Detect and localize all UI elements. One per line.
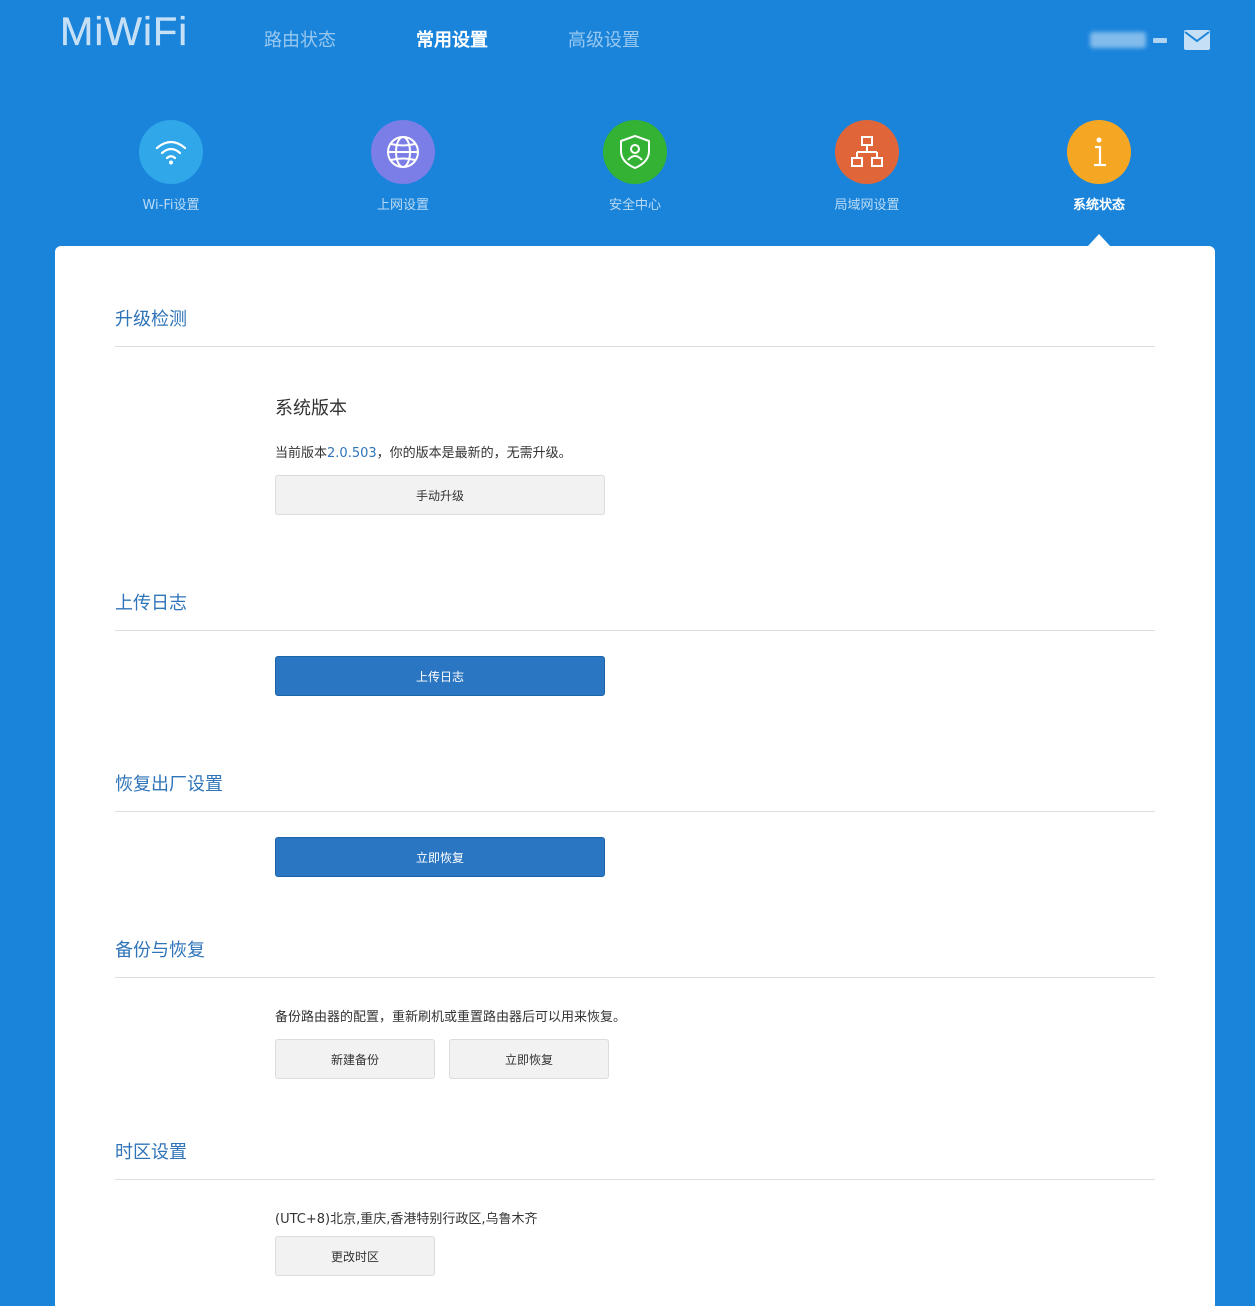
category-label: Wi-Fi设置 bbox=[142, 198, 200, 213]
section-title-upload-log: 上传日志 bbox=[115, 593, 187, 614]
version-status-suffix: ，你的版本是最新的，无需升级。 bbox=[376, 446, 572, 461]
category-label: 局域网设置 bbox=[834, 198, 900, 213]
divider bbox=[115, 977, 1155, 978]
category-security-center[interactable]: 安全中心 bbox=[555, 120, 715, 213]
version-status-prefix: 当前版本 bbox=[275, 446, 328, 461]
username-redacted[interactable] bbox=[1090, 32, 1146, 48]
category-circle bbox=[835, 120, 899, 184]
category-lan-settings[interactable]: 局域网设置 bbox=[787, 120, 947, 213]
timezone-value: (UTC+8)北京,重庆,香港特别行政区,乌鲁木齐 bbox=[275, 1212, 538, 1227]
nav-router-status[interactable]: 路由状态 bbox=[264, 26, 336, 52]
category-circle bbox=[1067, 120, 1131, 184]
nav-advanced-settings[interactable]: 高级设置 bbox=[568, 26, 640, 52]
wifi-icon bbox=[155, 140, 187, 165]
backup-description: 备份路由器的配置，重新刷机或重置路由器后可以用来恢复。 bbox=[275, 1010, 627, 1025]
user-menu-toggle[interactable] bbox=[1153, 38, 1167, 43]
category-wifi-settings[interactable]: Wi-Fi设置 bbox=[91, 120, 251, 213]
section-title-factory-reset: 恢复出厂设置 bbox=[115, 774, 223, 795]
network-icon bbox=[851, 136, 883, 167]
top-header: MiWiFi 路由状态 常用设置 高级设置 bbox=[0, 0, 1255, 80]
category-circle bbox=[371, 120, 435, 184]
divider bbox=[115, 630, 1155, 631]
shield-icon bbox=[620, 135, 650, 169]
category-internet-settings[interactable]: 上网设置 bbox=[323, 120, 483, 213]
new-backup-button[interactable]: 新建备份 bbox=[275, 1039, 435, 1079]
system-version-title: 系统版本 bbox=[275, 398, 347, 419]
restore-backup-button[interactable]: 立即恢复 bbox=[449, 1039, 609, 1079]
nav-common-settings[interactable]: 常用设置 bbox=[416, 26, 488, 52]
factory-reset-button[interactable]: 立即恢复 bbox=[275, 837, 605, 877]
category-label: 安全中心 bbox=[608, 198, 661, 213]
category-system-status[interactable]: 系统状态 bbox=[1019, 120, 1179, 213]
divider bbox=[115, 346, 1155, 347]
globe-icon bbox=[387, 136, 419, 168]
miwifi-logo[interactable]: MiWiFi bbox=[60, 10, 188, 55]
manual-upgrade-button[interactable]: 手动升级 bbox=[275, 475, 605, 515]
section-title-backup-restore: 备份与恢复 bbox=[115, 940, 205, 961]
version-number: 2.0.503 bbox=[327, 446, 377, 461]
category-circle bbox=[603, 120, 667, 184]
section-title-upgrade: 升级检测 bbox=[115, 309, 187, 330]
upload-log-button[interactable]: 上传日志 bbox=[275, 656, 605, 696]
category-label: 上网设置 bbox=[376, 198, 429, 213]
info-icon bbox=[1094, 137, 1106, 167]
active-category-pointer bbox=[1088, 234, 1110, 246]
divider bbox=[115, 1179, 1155, 1180]
category-circle bbox=[139, 120, 203, 184]
version-status-text: 当前版本2.0.503，你的版本是最新的，无需升级。 bbox=[275, 442, 572, 461]
category-label: 系统状态 bbox=[1072, 198, 1125, 213]
divider bbox=[115, 811, 1155, 812]
change-timezone-button[interactable]: 更改时区 bbox=[275, 1236, 435, 1276]
section-title-timezone: 时区设置 bbox=[115, 1142, 187, 1163]
main-panel: 升级检测 系统版本 当前版本2.0.503，你的版本是最新的，无需升级。 手动升… bbox=[55, 246, 1215, 1306]
mail-icon[interactable] bbox=[1184, 30, 1210, 50]
